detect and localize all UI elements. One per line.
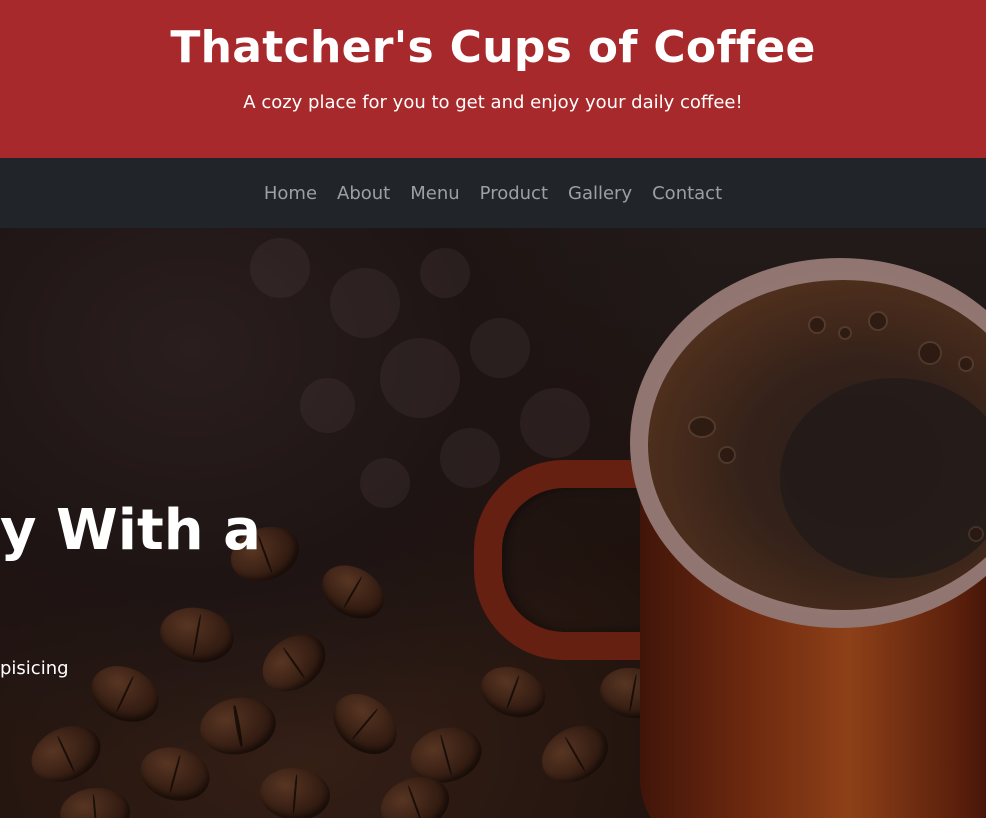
site-title: Thatcher's Cups of Coffee bbox=[170, 22, 816, 73]
nav-link-gallery[interactable]: Gallery bbox=[558, 183, 642, 204]
nav-link-contact[interactable]: Contact bbox=[642, 183, 732, 204]
hero-heading: y With a bbox=[0, 498, 261, 563]
nav-link-about[interactable]: About bbox=[327, 183, 400, 204]
main-navbar: Home About Menu Product Gallery Contact bbox=[0, 158, 986, 228]
nav-link-product[interactable]: Product bbox=[470, 183, 558, 204]
nav-link-home[interactable]: Home bbox=[254, 183, 327, 204]
hero-text: pisicing bbox=[0, 658, 69, 679]
site-header: Thatcher's Cups of Coffee A cozy place f… bbox=[0, 0, 986, 158]
hero-section: y With a pisicing bbox=[0, 228, 986, 818]
site-tagline: A cozy place for you to get and enjoy yo… bbox=[243, 92, 743, 113]
nav-link-menu[interactable]: Menu bbox=[400, 183, 469, 204]
